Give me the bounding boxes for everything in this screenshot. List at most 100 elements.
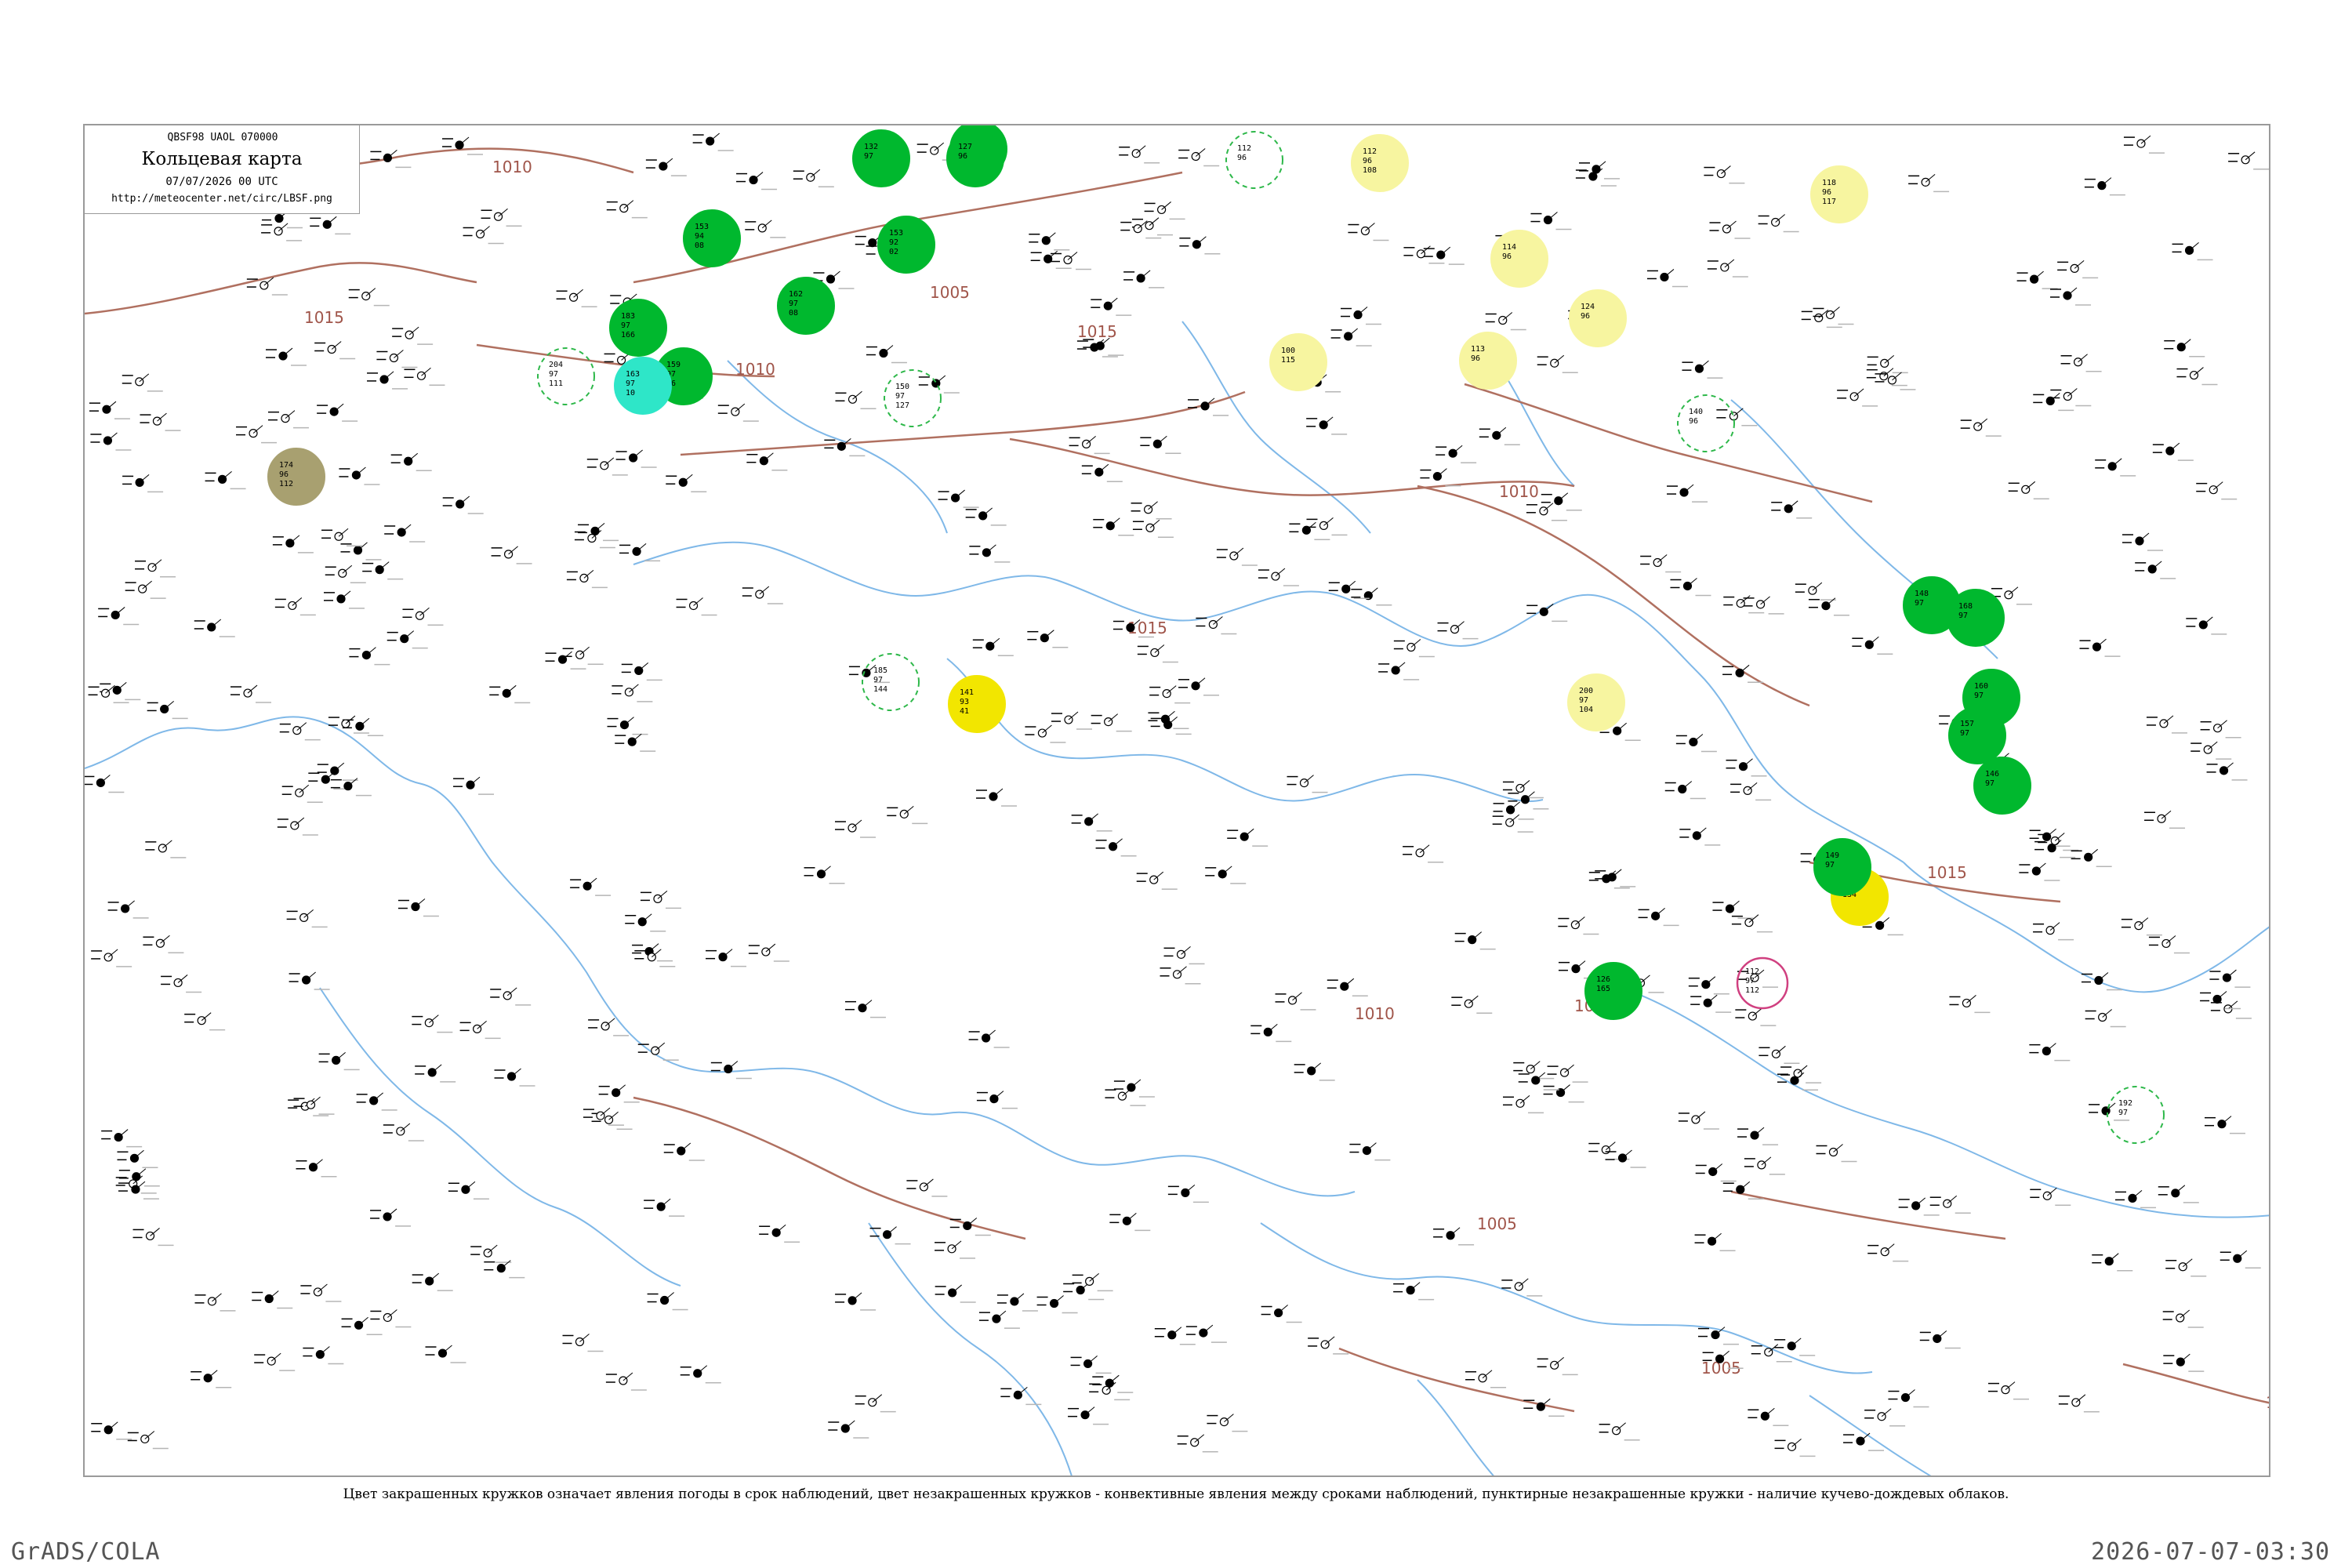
isobars: 1010101510051015101010151010100510101015… bbox=[85, 147, 2270, 1413]
station-symbol bbox=[1735, 1007, 1777, 1026]
station-symbol bbox=[140, 412, 181, 431]
station-symbol bbox=[1867, 1243, 1909, 1262]
isobar-line bbox=[2122, 1363, 2269, 1404]
coastline-segment bbox=[319, 987, 681, 1287]
station-symbol bbox=[965, 507, 1007, 526]
station-symbol bbox=[1025, 724, 1066, 743]
isobar-label: 1010 bbox=[492, 158, 532, 176]
station-symbol bbox=[1123, 270, 1165, 289]
station-symbol bbox=[412, 1272, 453, 1291]
weather-marker: 17496112 bbox=[267, 448, 325, 506]
marker-fill bbox=[1948, 706, 2006, 764]
station-symbol bbox=[1547, 1064, 1588, 1083]
marker-reading: 08 bbox=[695, 241, 704, 250]
station-symbol bbox=[976, 1091, 1018, 1109]
station-symbol bbox=[1119, 145, 1160, 164]
marker-fill bbox=[777, 277, 835, 335]
station-symbol bbox=[481, 208, 522, 227]
station-symbol bbox=[1120, 220, 1162, 239]
station-symbol bbox=[1068, 1406, 1109, 1425]
station-symbol bbox=[1420, 468, 1461, 487]
station-symbol bbox=[356, 1092, 397, 1111]
station-symbol bbox=[98, 607, 140, 626]
station-symbol bbox=[748, 943, 789, 962]
marker-reading: 163 bbox=[626, 370, 640, 379]
footer-software-label: GrADS/COLA bbox=[11, 1538, 161, 1566]
source-url[interactable]: http://meteocenter.net/circ/LBSF.png bbox=[85, 193, 359, 205]
isobar-line bbox=[1417, 485, 1810, 707]
marker-reading: 92 bbox=[889, 238, 898, 247]
marker-fill bbox=[852, 129, 910, 187]
station-symbol bbox=[494, 1068, 535, 1087]
station-symbol bbox=[2123, 135, 2165, 154]
station-symbol bbox=[1027, 630, 1069, 648]
station-symbol bbox=[1437, 621, 1479, 640]
station-symbol bbox=[281, 784, 323, 803]
bulletin-code: QBSF98 UAOL 070000 bbox=[167, 132, 278, 143]
station-symbol bbox=[1137, 644, 1178, 663]
station-symbol bbox=[1588, 870, 1630, 889]
station-symbol bbox=[2190, 741, 2232, 760]
station-symbol bbox=[1988, 1381, 2030, 1400]
station-symbol bbox=[1605, 1149, 1646, 1168]
station-symbol bbox=[390, 452, 432, 472]
station-symbol bbox=[1751, 1344, 1792, 1363]
station-symbol bbox=[392, 326, 434, 345]
station-symbol bbox=[1029, 232, 1070, 251]
station-symbol bbox=[318, 1051, 360, 1071]
marker-reading: 141 bbox=[960, 688, 974, 697]
weather-marker: 1539202 bbox=[877, 216, 935, 274]
weather-marker: 18597144 bbox=[862, 653, 920, 711]
station-symbol bbox=[975, 788, 1017, 807]
marker-reading: 126 bbox=[1596, 975, 1610, 984]
weather-marker: 14697 bbox=[1973, 757, 2031, 815]
station-symbol bbox=[1852, 636, 1893, 655]
station-symbol bbox=[2209, 969, 2251, 988]
station-symbol bbox=[828, 1420, 869, 1439]
station-symbol bbox=[1154, 1327, 1196, 1345]
station-symbol bbox=[1688, 976, 1730, 995]
marker-reading: 183 bbox=[621, 312, 635, 321]
isobar-label: 1010 bbox=[1499, 482, 1539, 501]
station-symbol bbox=[1537, 1356, 1578, 1376]
station-symbol bbox=[1795, 582, 1836, 601]
station-symbol bbox=[759, 1224, 800, 1243]
station-symbol bbox=[736, 172, 778, 191]
station-symbol bbox=[1348, 223, 1389, 241]
marker-fill bbox=[1813, 838, 1871, 896]
marker-reading: 96 bbox=[1237, 154, 1247, 162]
marker-reading: 97 bbox=[626, 379, 635, 388]
marker-fill bbox=[1810, 165, 1868, 223]
isobar-label: 100 bbox=[2266, 1393, 2270, 1412]
station-symbol bbox=[340, 542, 382, 561]
marker-fill bbox=[609, 299, 667, 357]
station-symbol bbox=[1864, 1408, 1906, 1427]
marker-reading: 97 bbox=[873, 676, 883, 684]
isobar-label: 1015 bbox=[304, 308, 344, 327]
weather-marker: 11296108 bbox=[1351, 134, 1409, 192]
station-symbol bbox=[1543, 1084, 1584, 1103]
map-header: QBSF98 UAOL 070000 Кольцевая карта 07/07… bbox=[85, 125, 360, 214]
station-symbol bbox=[1646, 269, 1688, 288]
station-symbol bbox=[1492, 814, 1534, 833]
weather-marker: 1419341 bbox=[948, 675, 1006, 733]
station-symbol bbox=[2146, 715, 2187, 734]
station-symbol bbox=[491, 546, 532, 564]
station-symbol bbox=[274, 597, 316, 616]
station-symbol bbox=[321, 528, 363, 547]
station-symbol bbox=[1743, 596, 1784, 615]
station-symbol bbox=[996, 1293, 1038, 1312]
station-symbol bbox=[2122, 532, 2163, 551]
station-symbol bbox=[1638, 907, 1679, 927]
station-symbol bbox=[1109, 1212, 1151, 1232]
station-symbol bbox=[586, 457, 628, 476]
station-symbol bbox=[448, 1181, 489, 1200]
station-symbol bbox=[918, 375, 960, 394]
station-symbol bbox=[1771, 500, 1813, 519]
station-symbol bbox=[1949, 995, 1991, 1014]
marker-reading: 97 bbox=[1985, 779, 1994, 788]
station-symbol bbox=[367, 371, 408, 390]
marker-reading: 96 bbox=[1689, 417, 1698, 426]
station-symbol bbox=[562, 1334, 604, 1352]
marker-reading: 97 bbox=[1960, 729, 1969, 738]
